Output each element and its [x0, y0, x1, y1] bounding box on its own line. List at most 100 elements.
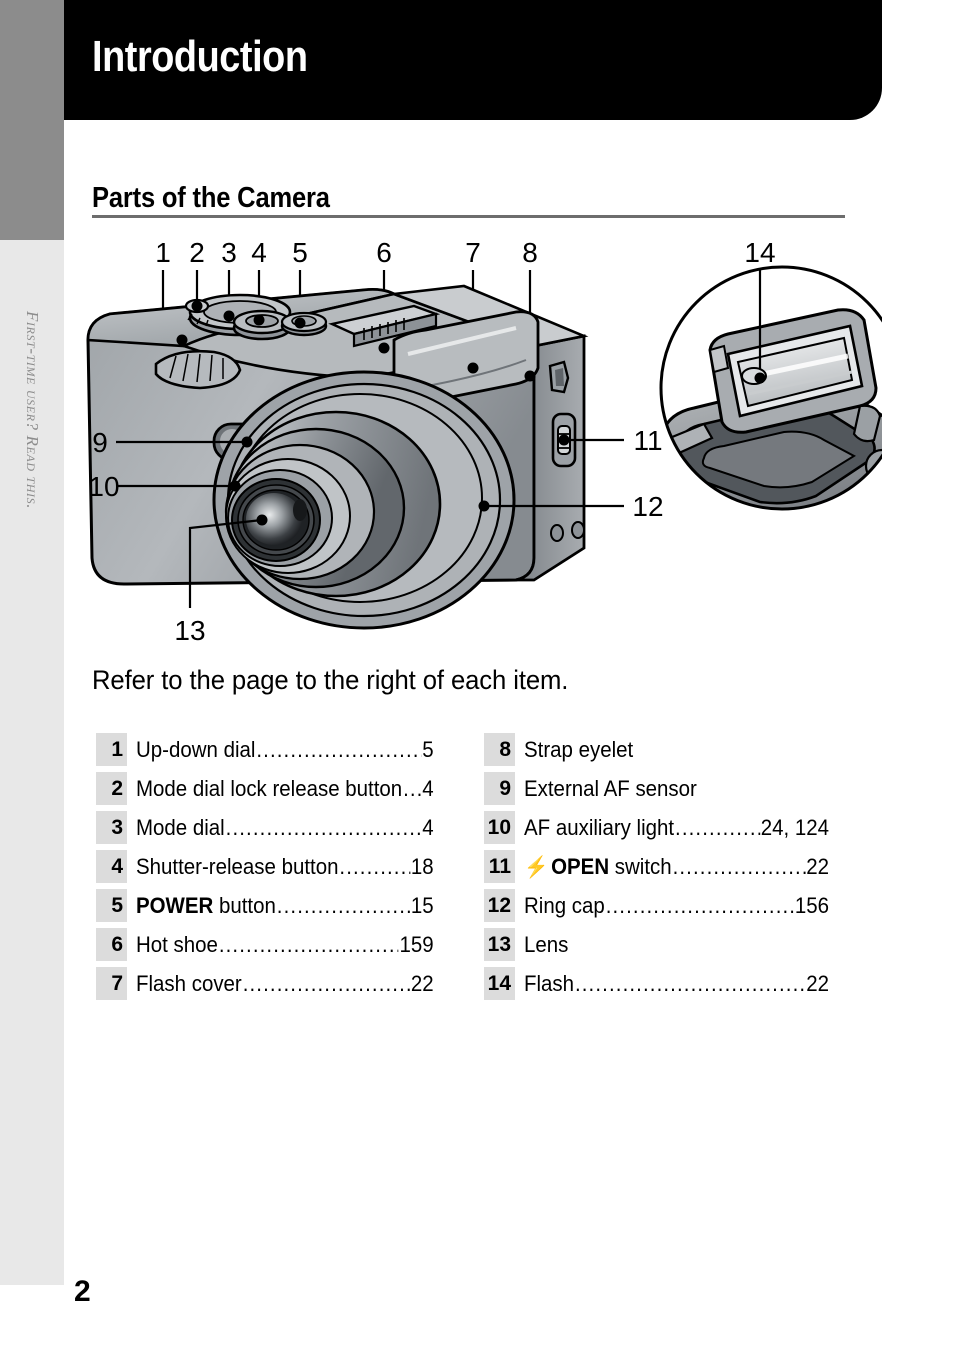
- part-entry: Shutter-release button..................…: [136, 854, 434, 880]
- part-number-badge: 10: [484, 811, 515, 844]
- callout-10: 10: [88, 471, 119, 502]
- part-label: Flash cover: [136, 971, 242, 997]
- leader-dots: ........................................…: [672, 853, 806, 879]
- part-page-reference: 22: [410, 970, 434, 996]
- camera-figure: 1 2 3 4 5 6 7 8 9 10 11 12 13 14: [64, 228, 882, 648]
- callout-2: 2: [189, 237, 205, 268]
- leader-dots: ........................................…: [574, 970, 805, 996]
- parts-list-row: 1 Up-down dial...........................…: [96, 730, 456, 769]
- leader-dots: ........................................…: [225, 814, 422, 840]
- parts-list-left-column: 1 Up-down dial...........................…: [96, 730, 456, 1003]
- part-number-badge: 14: [484, 967, 515, 1000]
- part-page-reference: 156: [794, 892, 830, 918]
- part-label-text: Flash: [524, 970, 575, 996]
- callout-3: 3: [221, 237, 237, 268]
- part-label-text: Strap eyelet: [524, 736, 634, 762]
- part-page-reference: 4: [422, 814, 434, 840]
- part-entry: Mode dial lock release button ..........…: [136, 776, 434, 802]
- part-entry: Up-down dial............................…: [136, 737, 434, 763]
- part-entry: Mode dial ..............................…: [136, 815, 434, 841]
- parts-list-row: 9 External AF sensor: [484, 769, 852, 808]
- part-entry: Ring cap ...............................…: [524, 893, 829, 919]
- part-page-reference: 5: [422, 736, 434, 762]
- parts-list-row: 14 Flash.................................…: [484, 964, 852, 1003]
- part-label-text: switch: [609, 853, 672, 879]
- leader-dots: ........................................…: [218, 931, 399, 957]
- part-number-badge: 4: [96, 850, 127, 883]
- leader-dots: ........................................…: [256, 736, 421, 762]
- parts-list-row: 7 Flash cover............................…: [96, 964, 456, 1003]
- part-entry: AF auxiliary light .....................…: [524, 815, 829, 841]
- part-entry: ⚡OPEN switch ...........................…: [524, 854, 829, 880]
- parts-list-row: 2 Mode dial lock release button .........…: [96, 769, 456, 808]
- part-page-reference: 22: [806, 853, 830, 879]
- page-number: 2: [74, 1275, 91, 1308]
- part-entry: Hot shoe ...............................…: [136, 932, 434, 958]
- edge-tab-label: First-time user? Read this.: [0, 250, 64, 670]
- part-label-text: Flash cover: [136, 970, 242, 996]
- part-label: Shutter-release button: [136, 854, 338, 880]
- parts-list-row: 8 Strap eyelet: [484, 730, 852, 769]
- parts-list-row: 5 POWER button ..........................…: [96, 886, 456, 925]
- part-entry: Lens: [524, 932, 829, 958]
- parts-list-row: 13 Lens: [484, 925, 852, 964]
- section-heading-rule: [92, 215, 845, 218]
- parts-list-row: 3 Mode dial .............................…: [96, 808, 456, 847]
- flash-inset-illustration: 14: [659, 237, 882, 511]
- chapter-header-bar: Introduction: [64, 0, 882, 120]
- leader-dots: ........................................…: [403, 775, 421, 801]
- callout-4: 4: [251, 237, 267, 268]
- part-entry: Strap eyelet: [524, 737, 829, 763]
- callout-13: 13: [174, 615, 205, 646]
- leader-dots: ........................................…: [605, 892, 794, 918]
- part-label-text: Up-down dial: [136, 736, 256, 762]
- parts-list-right-column: 8 Strap eyelet 9 External AF sensor 10 AF aux…: [484, 730, 852, 1003]
- part-label-text: Hot shoe: [136, 931, 218, 957]
- part-page-reference: 159: [399, 931, 434, 957]
- callout-11: 11: [633, 425, 662, 456]
- figure-instruction: Refer to the page to the right of each i…: [92, 665, 569, 695]
- part-label-text: button: [213, 892, 276, 918]
- parts-list-row: 10 AF auxiliary light ...................…: [484, 808, 852, 847]
- part-label: Lens: [524, 932, 568, 958]
- parts-list-row: 12 Ring cap .............................…: [484, 886, 852, 925]
- part-number-badge: 3: [96, 811, 127, 844]
- parts-list-row: 6 Hot shoe ..............................…: [96, 925, 456, 964]
- manual-page: First-time user? Read this. Introduction…: [0, 0, 954, 1345]
- part-entry: Flash cover.............................…: [136, 971, 434, 997]
- part-label: POWER button: [136, 893, 276, 919]
- part-number-badge: 6: [96, 928, 127, 961]
- callout-6: 6: [376, 237, 392, 268]
- part-page-reference: 22: [806, 970, 830, 996]
- leader-dots: ........................................…: [675, 814, 760, 840]
- part-label-text: External AF sensor: [524, 775, 697, 801]
- part-number-badge: 7: [96, 967, 127, 1000]
- leader-dots: ........................................…: [242, 970, 410, 996]
- callout-7: 7: [465, 237, 481, 268]
- section-heading: Parts of the Camera: [92, 182, 330, 214]
- part-number-badge: 5: [96, 889, 127, 922]
- part-label: Mode dial lock release button: [136, 776, 402, 802]
- part-label-text: Mode dial: [136, 814, 225, 840]
- part-label: Mode dial: [136, 815, 225, 841]
- part-number-badge: 8: [484, 733, 515, 766]
- part-label-text: Lens: [524, 931, 569, 957]
- parts-list-row: 4 Shutter-release button.................…: [96, 847, 456, 886]
- part-label: Flash: [524, 971, 574, 997]
- part-entry: External AF sensor: [524, 776, 829, 802]
- callout-9: 9: [92, 427, 108, 458]
- part-number-badge: 12: [484, 889, 515, 922]
- chapter-title: Introduction: [92, 32, 308, 81]
- part-page-reference: 4: [422, 775, 434, 801]
- flash-bolt-icon: ⚡: [524, 855, 549, 879]
- callout-5: 5: [292, 237, 308, 268]
- parts-list-row: 11 ⚡OPEN switch .........................…: [484, 847, 852, 886]
- part-page-reference: 18: [410, 853, 434, 879]
- leader-dots: ........................................…: [339, 853, 410, 879]
- part-label-text: Mode dial lock release button: [136, 775, 403, 801]
- part-label: ⚡ OPEN switch: [524, 854, 672, 880]
- part-label-text: AF auxiliary light: [524, 814, 675, 840]
- part-label: External AF sensor: [524, 776, 697, 802]
- camera-main-illustration: 1 2 3 4 5 6 7 8 9 10 11 12 13: [86, 237, 664, 646]
- part-label: Strap eyelet: [524, 737, 633, 763]
